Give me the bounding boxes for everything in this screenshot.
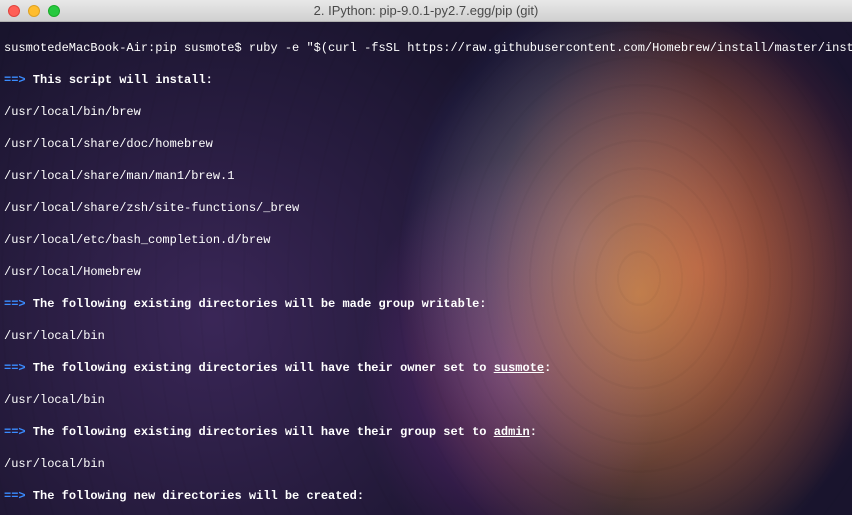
section-header: ==> The following existing directories w… (4, 296, 848, 312)
group-name: admin (494, 425, 530, 439)
path-line: /usr/local/bin (4, 392, 848, 408)
maximize-icon[interactable] (48, 5, 60, 17)
owner-header: The following existing directories will … (26, 361, 494, 375)
command-text: ruby -e "$(curl -fsSL https://raw.github… (249, 41, 852, 55)
path-line: /usr/local/share/doc/homebrew (4, 136, 848, 152)
path-line: /usr/local/share/zsh/site-functions/_bre… (4, 200, 848, 216)
terminal-body[interactable]: susmotedeMacBook-Air:pip susmote$ ruby -… (0, 22, 852, 515)
group-writable-header: The following existing directories will … (26, 297, 487, 311)
arrow-icon: ==> (4, 297, 26, 311)
section-header: ==> The following existing directories w… (4, 360, 848, 376)
command-line: susmotedeMacBook-Air:pip susmote$ ruby -… (4, 40, 848, 56)
section-header: ==> This script will install: (4, 72, 848, 88)
path-line: /usr/local/share/man/man1/brew.1 (4, 168, 848, 184)
path-line: /usr/local/bin (4, 328, 848, 344)
section-header: ==> The following new directories will b… (4, 488, 848, 504)
path-line: /usr/local/etc/bash_completion.d/brew (4, 232, 848, 248)
owner-user: susmote (494, 361, 544, 375)
path-line: /usr/local/bin/brew (4, 104, 848, 120)
shell-prompt: susmotedeMacBook-Air:pip susmote$ (4, 41, 249, 55)
arrow-icon: ==> (4, 73, 26, 87)
path-line: /usr/local/bin (4, 456, 848, 472)
arrow-icon: ==> (4, 425, 26, 439)
install-header: This script will install: (26, 73, 213, 87)
window-title: 2. IPython: pip-9.0.1-py2.7.egg/pip (git… (314, 3, 539, 18)
arrow-icon: ==> (4, 489, 26, 503)
arrow-icon: ==> (4, 361, 26, 375)
terminal-window: 2. IPython: pip-9.0.1-py2.7.egg/pip (git… (0, 0, 852, 515)
section-header: ==> The following existing directories w… (4, 424, 848, 440)
minimize-icon[interactable] (28, 5, 40, 17)
titlebar[interactable]: 2. IPython: pip-9.0.1-py2.7.egg/pip (git… (0, 0, 852, 22)
close-icon[interactable] (8, 5, 20, 17)
traffic-lights (0, 5, 60, 17)
group-header: The following existing directories will … (26, 425, 494, 439)
created-header: The following new directories will be cr… (26, 489, 364, 503)
path-line: /usr/local/Homebrew (4, 264, 848, 280)
terminal-content: susmotedeMacBook-Air:pip susmote$ ruby -… (0, 22, 852, 515)
